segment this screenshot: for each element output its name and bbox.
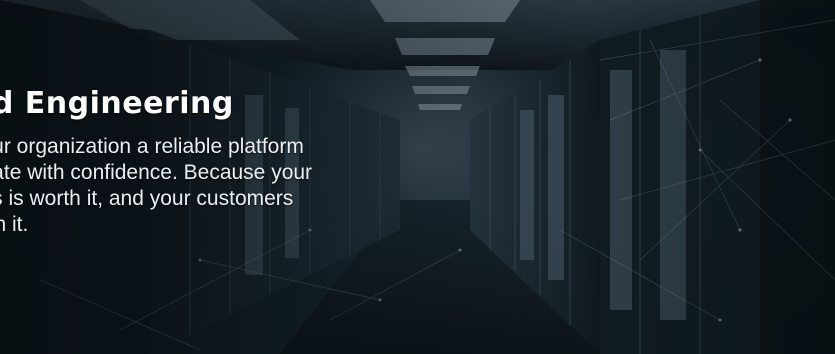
- hero-description-text: your organization a reliable platform ov…: [0, 135, 313, 236]
- hero-title: ud Engineering: [0, 86, 234, 121]
- hero-description: your organization a reliable platform ov…: [0, 134, 425, 238]
- hero-content: ud Engineering your organization a relia…: [0, 84, 440, 238]
- hero-banner: ud Engineering your organization a relia…: [0, 0, 835, 354]
